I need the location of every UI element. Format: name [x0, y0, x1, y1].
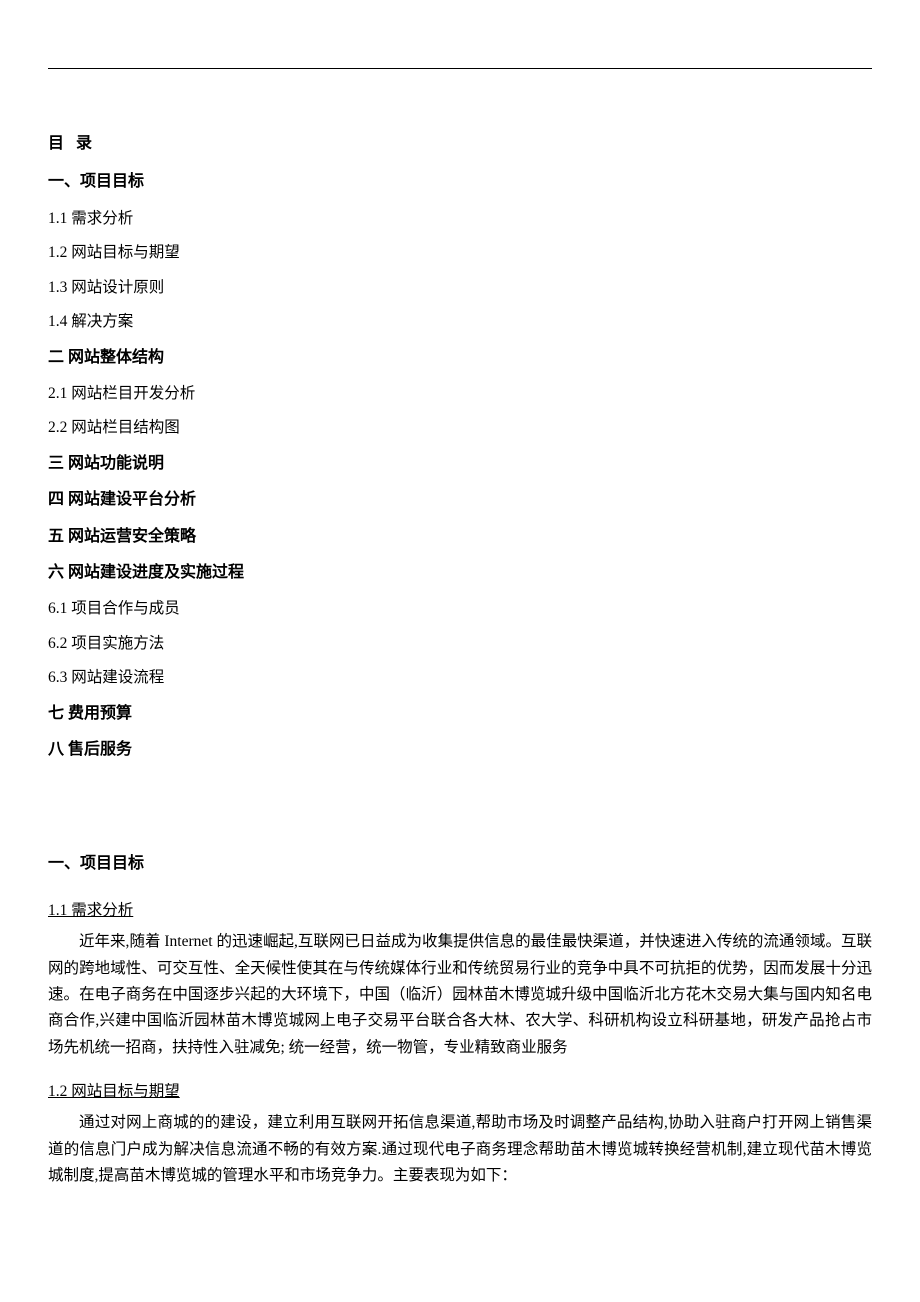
toc-item-1-4: 1.4 解决方案 [48, 307, 872, 336]
toc-section-3: 三 网站功能说明 [48, 449, 872, 479]
toc-item-1-3: 1.3 网站设计原则 [48, 273, 872, 302]
toc-item-6-2: 6.2 项目实施方法 [48, 629, 872, 658]
toc-section-7: 七 费用预算 [48, 699, 872, 729]
toc-section-5: 五 网站运营安全策略 [48, 522, 872, 552]
paragraph-1-1: 近年来,随着 Internet 的迅速崛起,互联网已日益成为收集提供信息的最佳最… [48, 929, 872, 1061]
toc-section-1: 一、项目目标 [48, 167, 872, 197]
toc-section-6: 六 网站建设进度及实施过程 [48, 558, 872, 588]
toc-section-2: 二 网站整体结构 [48, 343, 872, 373]
subsection-1-1-title: 1.1 需求分析 [48, 896, 872, 925]
toc-section-8: 八 售后服务 [48, 735, 872, 765]
toc-item-2-1: 2.1 网站栏目开发分析 [48, 379, 872, 408]
toc-item-6-3: 6.3 网站建设流程 [48, 663, 872, 692]
toc-item-1-1: 1.1 需求分析 [48, 204, 872, 233]
section-1-title: 一、项目目标 [48, 849, 872, 879]
horizontal-rule [48, 68, 872, 69]
paragraph-1-2: 通过对网上商城的的建设，建立利用互联网开拓信息渠道,帮助市场及时调整产品结构,协… [48, 1110, 872, 1189]
subsection-1-2-title: 1.2 网站目标与期望 [48, 1077, 872, 1106]
toc-item-6-1: 6.1 项目合作与成员 [48, 594, 872, 623]
toc-section-4: 四 网站建设平台分析 [48, 485, 872, 515]
toc-item-2-2: 2.2 网站栏目结构图 [48, 413, 872, 442]
toc-item-1-2: 1.2 网站目标与期望 [48, 238, 872, 267]
toc-heading: 目 录 [48, 129, 872, 159]
